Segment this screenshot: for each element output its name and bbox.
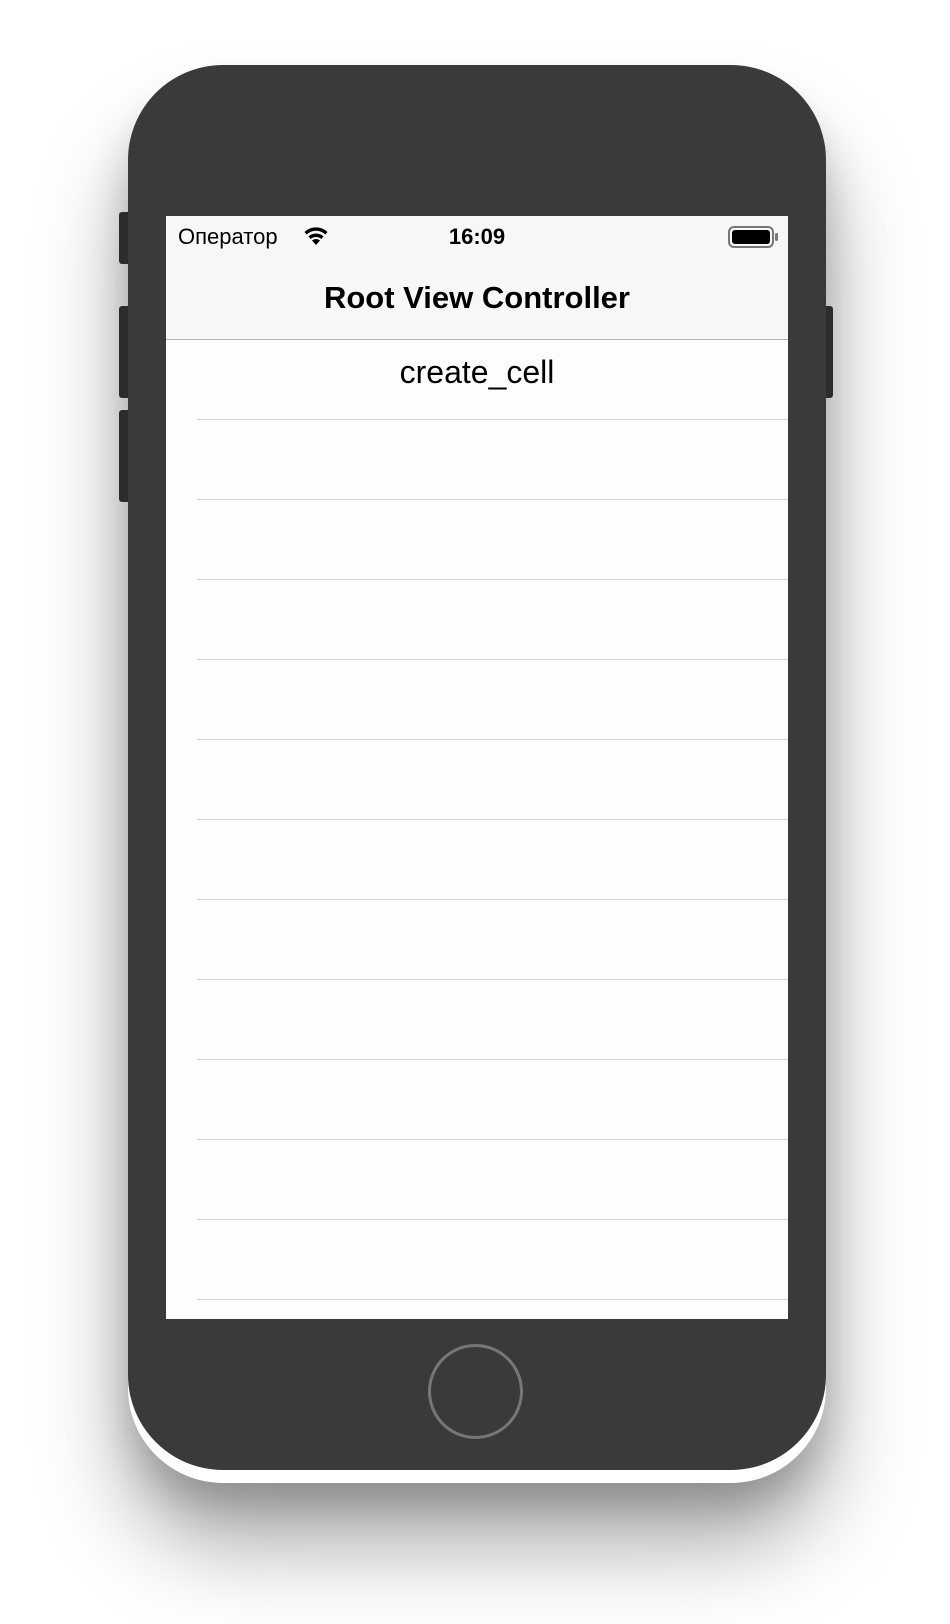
table-row[interactable] [197,1060,788,1140]
navigation-bar: Root View Controller [166,258,788,340]
table-row[interactable] [197,900,788,980]
table-row[interactable] [197,660,788,740]
table-row-create-cell[interactable]: create_cell [197,340,788,420]
cell-label: create_cell [399,354,555,390]
table-row[interactable] [197,580,788,660]
table-row[interactable] [197,420,788,500]
nav-title: Root View Controller [323,280,630,315]
table-row[interactable] [197,820,788,900]
home-button[interactable] [428,1344,523,1439]
table-row[interactable] [197,980,788,1060]
table-row[interactable] [197,1140,788,1220]
status-time: 16:09 [448,224,506,249]
simulator-stage: Оператор 16:09 Root View Controller crea… [0,0,950,1624]
status-bar: Оператор 16:09 [166,216,788,258]
battery-full-icon [728,226,780,253]
device-screen: Оператор 16:09 Root View Controller crea… [166,216,788,1319]
table-row[interactable] [197,1220,788,1300]
table-view[interactable]: create_cell [166,340,788,1300]
table-row[interactable] [197,500,788,580]
table-row[interactable] [197,740,788,820]
